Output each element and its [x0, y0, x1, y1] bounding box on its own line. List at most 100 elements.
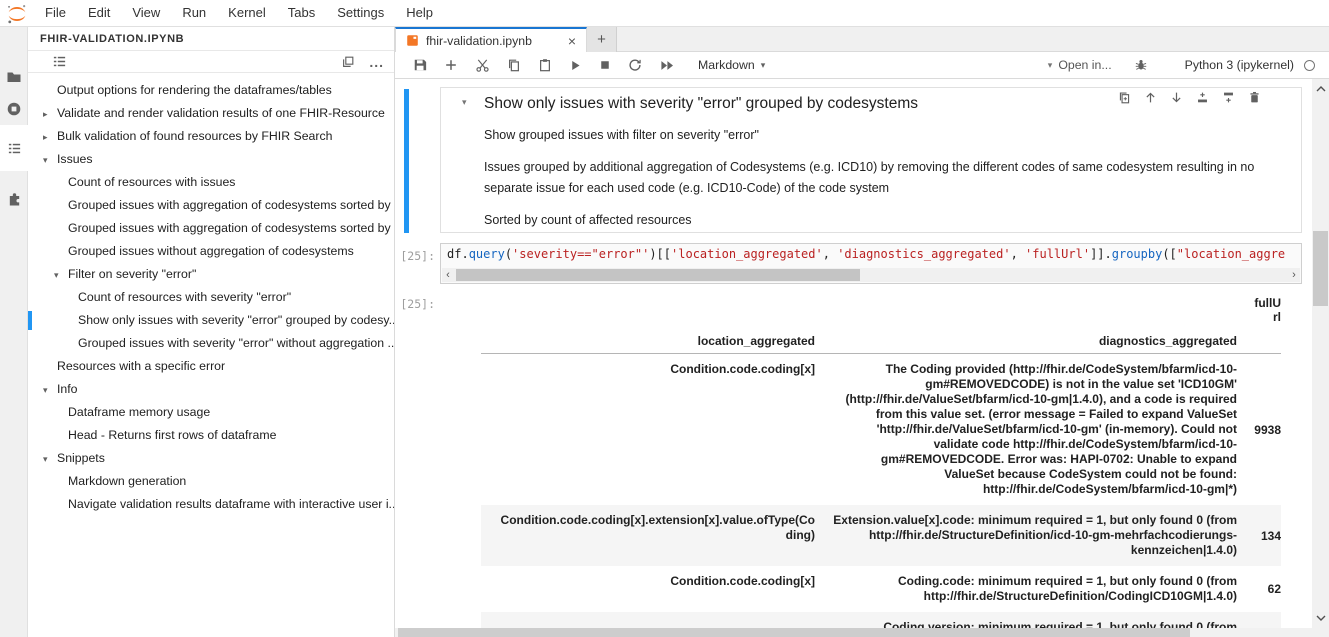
dataframe-body: Condition.code.coding[x]The Coding provi… — [481, 354, 1281, 629]
toc-item[interactable]: Count of resources with issues — [28, 171, 394, 194]
cell-type-dropdown[interactable]: Markdown ▾ — [698, 58, 765, 72]
horizontal-scrollbar-thumb[interactable] — [398, 628, 1190, 637]
df-col-header — [481, 291, 815, 329]
copy-cell-icon[interactable] — [507, 58, 521, 72]
code-editor[interactable]: df.query('severity=="error"')[['location… — [440, 243, 1302, 284]
menu-help[interactable]: Help — [395, 0, 444, 26]
dock-table-of-contents[interactable] — [0, 125, 28, 171]
dataframe-header: fullUrllocation_aggregateddiagnostics_ag… — [481, 291, 1281, 354]
chevron-down-icon[interactable]: ▾ — [43, 149, 57, 171]
toc-item[interactable]: Resources with a specific error — [28, 355, 394, 378]
kernel-name[interactable]: Python 3 (ipykernel) — [1185, 58, 1294, 72]
tab-bar: fhir-validation.ipynb × + — [395, 27, 1329, 52]
restart-kernel-icon[interactable] — [628, 58, 642, 72]
scroll-right-icon[interactable]: › — [1288, 268, 1300, 282]
df-diagnostics-cell: Coding.version: minimum required = 1, bu… — [815, 612, 1237, 628]
chevron-right-icon[interactable]: ▸ — [43, 103, 57, 125]
file-browser-icon — [6, 69, 22, 85]
menu-file[interactable]: File — [34, 0, 77, 26]
menu-view[interactable]: View — [121, 0, 171, 26]
toc-item[interactable]: ▾Issues — [28, 148, 394, 171]
toc-item[interactable]: ▾Snippets — [28, 447, 394, 470]
toc-item[interactable]: Grouped issues with aggregation of codes… — [28, 217, 394, 240]
scroll-left-icon[interactable]: ‹ — [442, 268, 454, 282]
save-icon[interactable] — [413, 58, 427, 72]
code-line: df.query('severity=="error"')[['location… — [447, 247, 1299, 263]
toc-item-label: Validate and render validation results o… — [57, 106, 385, 120]
toc-item-label: Show only issues with severity "error" g… — [78, 313, 394, 327]
toc-item[interactable]: ▸Bulk validation of found resources by F… — [28, 125, 394, 148]
code-token: "location_aggre — [1177, 247, 1285, 261]
toc-item-label: Count of resources with severity "error" — [78, 290, 291, 304]
open-in-dropdown[interactable]: ▾ Open in... — [1048, 58, 1112, 72]
tab-fhir-validation[interactable]: fhir-validation.ipynb × — [395, 27, 587, 52]
cell-collapser-icon[interactable]: ▾ — [462, 97, 467, 108]
editor-scrollbar-thumb[interactable] — [456, 269, 860, 281]
toc-item[interactable]: Show only issues with severity "error" g… — [28, 309, 394, 332]
scroll-down-icon[interactable] — [1312, 610, 1329, 626]
insert-below-icon[interactable] — [1222, 91, 1235, 104]
new-tab-button[interactable]: + — [587, 27, 617, 52]
df-fullurl-cell: 62 — [1237, 612, 1281, 628]
toc-item[interactable]: Navigate validation results dataframe wi… — [28, 493, 394, 516]
toc-item-label: Issues — [57, 152, 93, 166]
code-token: ]]. — [1090, 247, 1112, 261]
notebook-vertical-scrollbar[interactable] — [1312, 79, 1329, 628]
chevron-right-icon[interactable]: ▸ — [43, 126, 57, 148]
duplicate-cell-icon[interactable] — [1118, 91, 1131, 104]
run-cell-icon[interactable] — [569, 59, 582, 72]
menu-edit[interactable]: Edit — [77, 0, 121, 26]
menu-tabs[interactable]: Tabs — [277, 0, 326, 26]
menu-kernel[interactable]: Kernel — [217, 0, 277, 26]
cell-toolbar — [1105, 91, 1261, 104]
toc-item[interactable]: Grouped issues with aggregation of codes… — [28, 194, 394, 217]
notebook-toolbar: Markdown ▾ ▾ Open in... Python 3 (ipyker… — [395, 52, 1329, 79]
toc-item[interactable]: Dataframe memory usage — [28, 401, 394, 424]
df-fullurl-cell: 134 — [1237, 505, 1281, 566]
toc-item[interactable]: ▾Filter on severity "error" — [28, 263, 394, 286]
delete-cell-icon[interactable] — [1248, 91, 1261, 104]
df-diagnostics-cell: Coding.code: minimum required = 1, but o… — [815, 566, 1237, 612]
toc-item[interactable]: Output options for rendering the datafra… — [28, 79, 394, 102]
kernel-status-icon[interactable] — [1304, 60, 1315, 71]
df-diagnostics-cell: Extension.value[x].code: minimum require… — [815, 505, 1237, 566]
table-row: Condition.code.coding[x].extension[x].va… — [481, 505, 1281, 566]
add-cell-icon[interactable] — [444, 58, 458, 72]
menu-bar: FileEditViewRunKernelTabsSettingsHelp — [0, 0, 1329, 27]
markdown-cell[interactable]: ▾ Show only issues with severity "error"… — [440, 87, 1302, 233]
toc-item[interactable]: Grouped issues without aggregation of co… — [28, 240, 394, 263]
chevron-down-icon[interactable]: ▾ — [54, 264, 68, 286]
dock-running-kernels[interactable] — [0, 89, 28, 129]
toc-item[interactable]: Grouped issues with severity "error" wit… — [28, 332, 394, 355]
run-all-icon[interactable] — [659, 59, 675, 72]
stop-kernel-icon[interactable] — [599, 59, 611, 71]
move-up-icon[interactable] — [1144, 91, 1157, 104]
notebook-horizontal-scrollbar[interactable] — [395, 628, 1329, 637]
df-fullurl-cell: 62 — [1237, 566, 1281, 612]
toc-item[interactable]: Count of resources with severity "error" — [28, 286, 394, 309]
bug-icon[interactable] — [1134, 58, 1148, 72]
toc-item[interactable]: ▸Validate and render validation results … — [28, 102, 394, 125]
chevron-down-icon[interactable]: ▾ — [43, 379, 57, 401]
menu-run[interactable]: Run — [171, 0, 217, 26]
more-options-icon[interactable]: ... — [369, 54, 384, 70]
collapse-all-icon[interactable] — [341, 55, 355, 69]
editor-horizontal-scrollbar[interactable]: ‹ › — [442, 268, 1300, 282]
toc-item[interactable]: ▾Info — [28, 378, 394, 401]
vertical-scrollbar-thumb[interactable] — [1313, 231, 1328, 306]
menu-settings[interactable]: Settings — [326, 0, 395, 26]
toc-item[interactable]: Head - Returns first rows of dataframe — [28, 424, 394, 447]
numbered-list-icon[interactable] — [52, 54, 67, 69]
paste-cell-icon[interactable] — [538, 58, 552, 72]
toc-toolbar: ... — [28, 51, 394, 73]
scroll-up-icon[interactable] — [1312, 81, 1329, 97]
chevron-down-icon[interactable]: ▾ — [43, 448, 57, 470]
df-index-name — [1237, 329, 1281, 354]
close-tab-icon[interactable]: × — [566, 34, 578, 48]
move-down-icon[interactable] — [1170, 91, 1183, 104]
cut-cell-icon[interactable] — [475, 58, 490, 73]
df-location-cell: Condition.code.coding[x].extension[x].va… — [481, 505, 815, 566]
toc-item[interactable]: Markdown generation — [28, 470, 394, 493]
insert-above-icon[interactable] — [1196, 91, 1209, 104]
dock-extension-manager[interactable] — [0, 179, 28, 219]
